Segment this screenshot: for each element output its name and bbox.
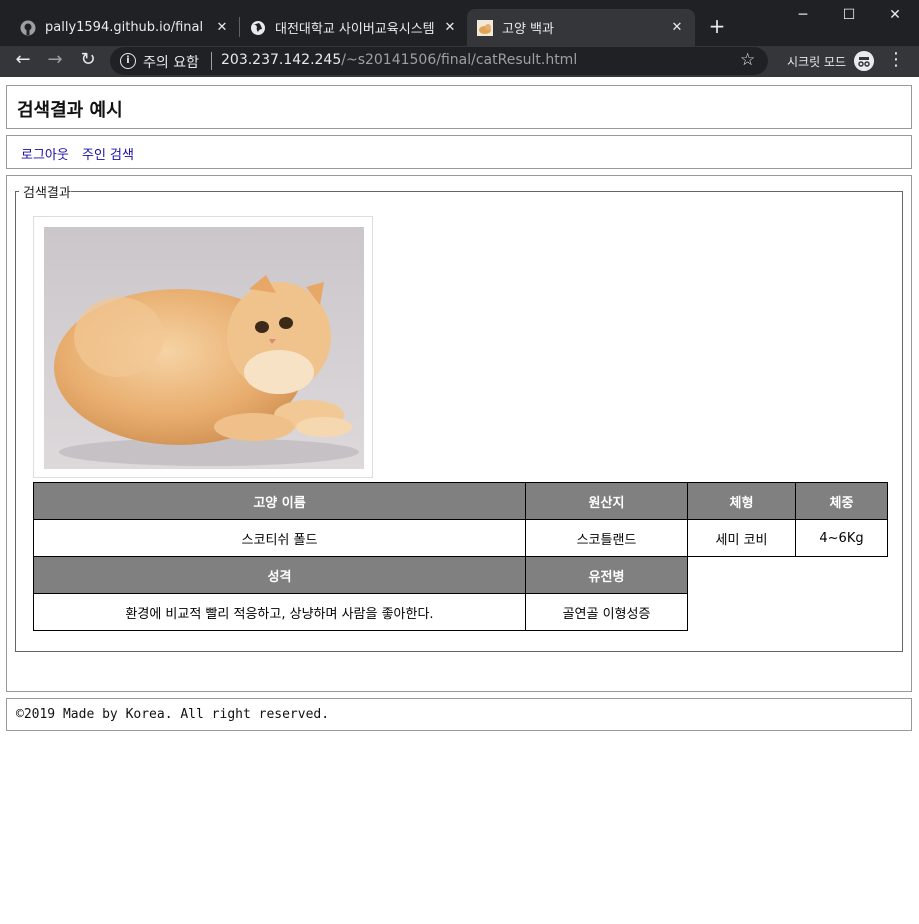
- incognito-label: 시크릿 모드: [787, 55, 847, 69]
- url-path: /~s20141506/final/catResult.html: [341, 52, 578, 68]
- tab-title: pally1594.github.io/final at ma: [45, 20, 208, 35]
- close-tab-icon[interactable]: ✕: [214, 20, 230, 36]
- header-weight: 체중: [795, 482, 888, 520]
- page-title: 검색결과 예시: [17, 100, 123, 121]
- header-body-type: 체형: [687, 482, 796, 520]
- header-cat-name: 고양 이름: [33, 482, 526, 520]
- back-button[interactable]: ←: [11, 49, 35, 73]
- close-tab-icon[interactable]: ✕: [669, 20, 685, 36]
- close-tab-icon[interactable]: ✕: [442, 20, 458, 36]
- tab-github[interactable]: pally1594.github.io/final at ma ✕: [10, 9, 240, 46]
- page-header: 검색결과 예시: [6, 85, 912, 129]
- minimize-button[interactable]: ─: [780, 0, 826, 30]
- maximize-button[interactable]: ☐: [826, 0, 872, 30]
- forward-button[interactable]: →: [43, 49, 67, 73]
- nav-bar: 로그아웃 주인 검색: [6, 135, 912, 169]
- globe-icon: [251, 20, 265, 35]
- bookmark-star-icon[interactable]: ☆: [740, 50, 755, 70]
- tab-title: 고양 백과: [502, 22, 554, 37]
- cat-photo-frame: [33, 216, 373, 478]
- result-legend: 검색결과: [23, 186, 71, 201]
- incognito-icon[interactable]: [854, 51, 874, 71]
- reload-button[interactable]: ↻: [76, 49, 100, 73]
- page-footer: ©2019 Made by Korea. All right reserved.: [6, 698, 912, 731]
- cat-info-table: 고양 이름 원산지 체형 체중 스코티쉬 폴드 스코틀랜드 세미 코비 4~6K…: [33, 482, 888, 631]
- main-content: 검색결과 고양 이름 원산지 체형 체중 스코티쉬 폴드 스코틀랜드 세미 코비…: [6, 175, 912, 692]
- cell-origin: 스코틀랜드: [525, 519, 688, 557]
- info-icon[interactable]: i: [120, 53, 136, 69]
- cell-weight: 4~6Kg: [795, 519, 888, 557]
- cell-body-type: 세미 코비: [687, 519, 796, 557]
- cat-photo: [44, 227, 364, 469]
- cell-personality: 환경에 비교적 빨리 적응하고, 상냥하며 사람을 좋아한다.: [33, 593, 526, 631]
- url-host: 203.237.142.245: [221, 52, 342, 68]
- owner-search-link[interactable]: 주인 검색: [82, 144, 134, 163]
- tab-cyber-education[interactable]: 대전대학교 사이버교육시스템 ✕: [240, 9, 468, 46]
- header-genetic-disease: 유전병: [525, 556, 688, 594]
- address-divider: [211, 52, 212, 70]
- menu-icon[interactable]: ⋮: [887, 50, 905, 70]
- logout-link[interactable]: 로그아웃: [21, 144, 69, 163]
- copyright-text: ©2019 Made by Korea. All right reserved.: [16, 707, 330, 722]
- cell-genetic-disease: 골연골 이형성증: [525, 593, 688, 631]
- tab-cat-encyclopedia[interactable]: 고양 백과 ✕: [467, 9, 695, 46]
- header-personality: 성격: [33, 556, 526, 594]
- url-text[interactable]: 203.237.142.245/~s20141506/final/catResu…: [221, 52, 577, 68]
- tab-title: 대전대학교 사이버교육시스템: [275, 22, 435, 37]
- close-window-button[interactable]: ✕: [872, 0, 918, 30]
- cat-favicon-icon: [477, 19, 493, 36]
- github-icon: [20, 20, 36, 35]
- cell-cat-name: 스코티쉬 폴드: [33, 519, 526, 557]
- security-warning[interactable]: 주의 요함: [143, 52, 199, 72]
- new-tab-button[interactable]: +: [706, 16, 728, 38]
- header-origin: 원산지: [525, 482, 688, 520]
